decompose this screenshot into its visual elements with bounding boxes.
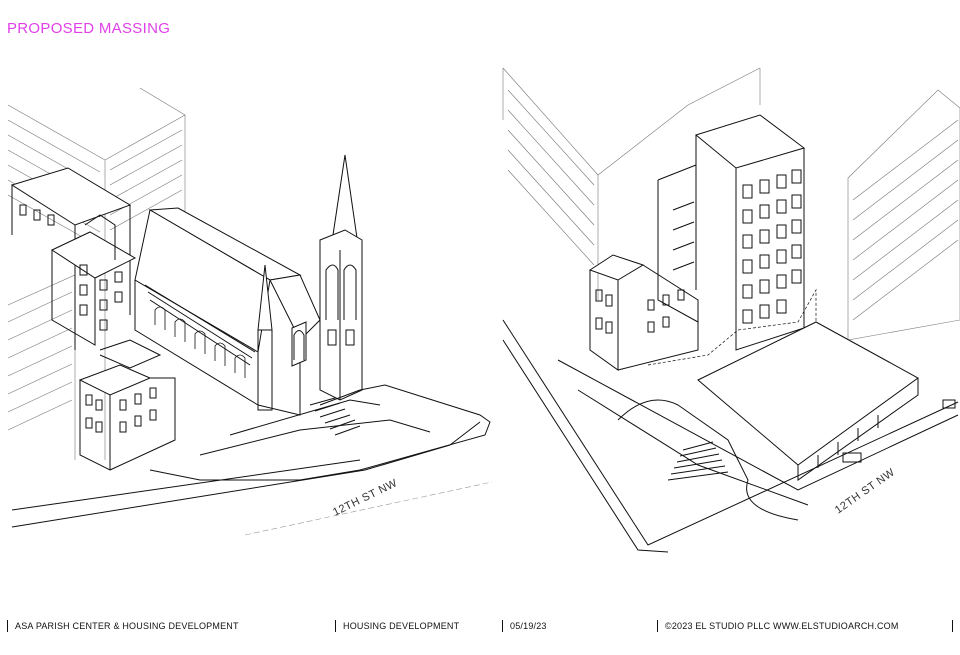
footer-copyright: ©2023 EL STUDIO PLLC WWW.ELSTUDIOARCH.CO… xyxy=(657,620,899,632)
site-ground xyxy=(12,385,490,527)
rowhouses xyxy=(80,340,175,470)
site-ground xyxy=(503,320,958,552)
footer-end-rule xyxy=(952,620,953,632)
footer-project: ASA PARISH CENTER & HOUSING DEVELOPMENT xyxy=(7,620,239,632)
apartment-block xyxy=(12,168,135,350)
footer: ASA PARISH CENTER & HOUSING DEVELOPMENT … xyxy=(0,620,960,634)
existing-site-axonometric: 12TH ST NW xyxy=(0,60,495,560)
page-title: PROPOSED MASSING xyxy=(7,20,171,37)
rowhouses xyxy=(590,255,698,370)
footer-date: 05/19/23 xyxy=(502,620,547,632)
church-nave xyxy=(135,208,320,415)
proposed-massing-axonometric: 12TH ST NW xyxy=(498,60,960,560)
footer-section: HOUSING DEVELOPMENT xyxy=(335,620,459,632)
church-tower xyxy=(320,155,362,400)
street-label: 12TH ST NW xyxy=(331,477,399,519)
proposed-tower xyxy=(658,115,804,350)
street-label: 12TH ST NW xyxy=(833,466,897,516)
context-building-right xyxy=(848,90,960,340)
